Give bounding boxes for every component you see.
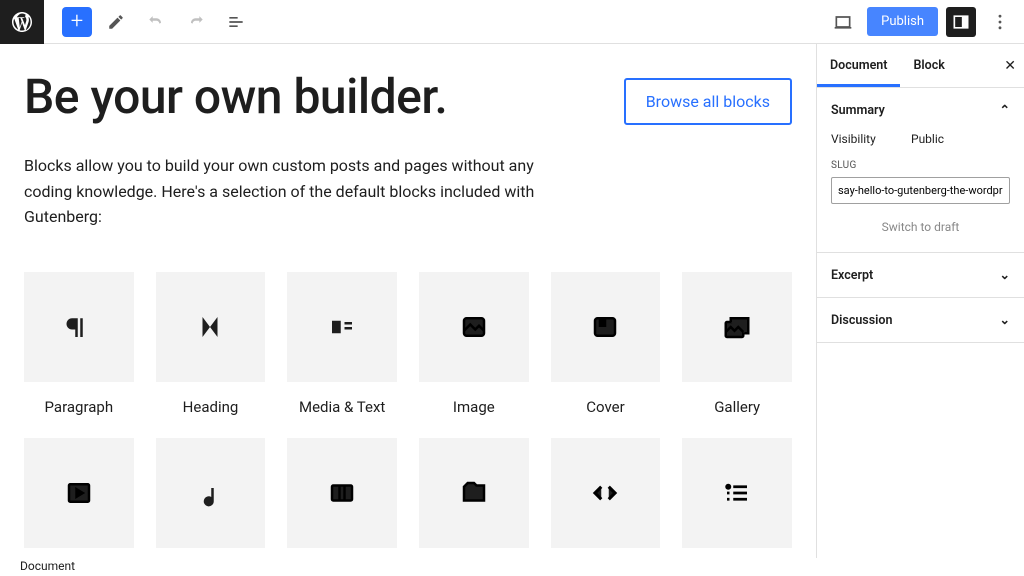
page-description[interactable]: Blocks allow you to build your own custo…: [24, 153, 584, 230]
wordpress-logo[interactable]: [0, 0, 44, 44]
editor-canvas: Be your own builder. Browse all blocks B…: [0, 44, 816, 558]
editor-header: Be your own builder. Browse all blocks: [24, 68, 792, 125]
block-label: Heading: [183, 398, 239, 416]
slug-input[interactable]: [831, 177, 1010, 204]
block-label: Image: [453, 398, 495, 416]
block-media-text[interactable]: Media & Text: [287, 272, 397, 416]
panel-summary: Summary ⌃ Visibility Public SLUG Switch …: [817, 88, 1024, 253]
paragraph-icon: [24, 272, 134, 382]
slug-label: SLUG: [831, 160, 1010, 171]
panel-summary-header[interactable]: Summary ⌃: [831, 102, 1010, 118]
block-file[interactable]: [419, 438, 529, 548]
browse-all-blocks-button[interactable]: Browse all blocks: [624, 78, 792, 125]
redo-icon[interactable]: [180, 6, 212, 38]
block-label: Paragraph: [45, 398, 114, 416]
panel-discussion[interactable]: Discussion ⌄: [817, 298, 1024, 343]
chevron-up-icon: ⌃: [1000, 102, 1010, 118]
list-icon: [682, 438, 792, 548]
audio-icon: [156, 438, 266, 548]
file-icon: [419, 438, 529, 548]
heading-icon: [156, 272, 266, 382]
switch-to-draft-link[interactable]: Switch to draft: [831, 220, 1010, 234]
block-columns[interactable]: [287, 438, 397, 548]
panel-excerpt[interactable]: Excerpt ⌄: [817, 253, 1024, 298]
gallery-icon: [682, 272, 792, 382]
block-cover[interactable]: Cover: [551, 272, 661, 416]
visibility-field[interactable]: Visibility Public: [831, 132, 1010, 146]
block-code[interactable]: [551, 438, 661, 548]
settings-sidebar: Document Block ✕ Summary ⌃ Visibility Pu…: [816, 44, 1024, 558]
media-text-icon: [287, 272, 397, 382]
block-list[interactable]: [682, 438, 792, 548]
block-heading[interactable]: Heading: [156, 272, 266, 416]
panel-title: Discussion: [831, 313, 892, 328]
tab-block[interactable]: Block: [900, 44, 957, 87]
toolbar-left: +: [0, 0, 252, 44]
block-image[interactable]: Image: [419, 272, 529, 416]
view-icon[interactable]: [827, 6, 859, 38]
pencil-icon[interactable]: [100, 6, 132, 38]
page-title[interactable]: Be your own builder.: [24, 68, 447, 125]
panel-title: Excerpt: [831, 268, 873, 283]
block-label: Media & Text: [299, 398, 385, 416]
block-video[interactable]: [24, 438, 134, 548]
visibility-value: Public: [911, 132, 944, 146]
code-icon: [551, 438, 661, 548]
summary-fields: Visibility Public SLUG Switch to draft: [831, 132, 1010, 234]
blocks-grid: Paragraph Heading Media & Text Image Cov…: [24, 272, 792, 548]
chevron-down-icon: ⌄: [1000, 267, 1010, 283]
publish-button[interactable]: Publish: [867, 7, 938, 36]
block-label: Cover: [586, 398, 624, 416]
sidebar-toggle-icon[interactable]: [946, 7, 976, 37]
close-sidebar-icon[interactable]: ✕: [1004, 58, 1016, 74]
panel-title: Summary: [831, 103, 885, 118]
document-overview-icon[interactable]: [220, 6, 252, 38]
block-label: Gallery: [714, 398, 760, 416]
columns-icon: [287, 438, 397, 548]
visibility-label: Visibility: [831, 132, 881, 146]
cover-icon: [551, 272, 661, 382]
breadcrumb[interactable]: Document: [0, 556, 95, 576]
main-area: Be your own builder. Browse all blocks B…: [0, 44, 1024, 558]
top-toolbar: + Publish: [0, 0, 1024, 44]
chevron-down-icon: ⌄: [1000, 312, 1010, 328]
sidebar-tabs: Document Block ✕: [817, 44, 1024, 88]
add-block-button[interactable]: +: [62, 7, 92, 37]
image-icon: [419, 272, 529, 382]
tab-document[interactable]: Document: [817, 44, 900, 87]
undo-icon[interactable]: [140, 6, 172, 38]
block-paragraph[interactable]: Paragraph: [24, 272, 134, 416]
options-icon[interactable]: [984, 6, 1016, 38]
block-gallery[interactable]: Gallery: [682, 272, 792, 416]
block-audio[interactable]: [156, 438, 266, 548]
video-icon: [24, 438, 134, 548]
toolbar-right: Publish: [827, 6, 1024, 38]
